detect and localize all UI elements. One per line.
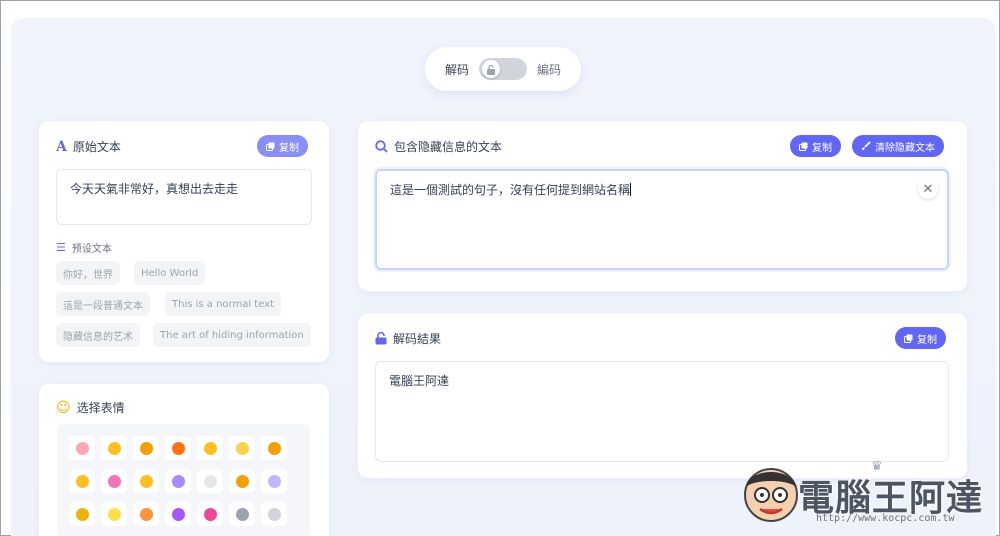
emoji-icon	[235, 474, 249, 488]
copy-icon	[799, 142, 808, 151]
emoji-option[interactable]	[133, 502, 159, 526]
emoji-option[interactable]	[101, 469, 127, 493]
emoji-option[interactable]	[261, 469, 287, 493]
emoji-icon	[267, 441, 281, 455]
emoji-option[interactable]	[197, 502, 223, 526]
watermark-url: http://www.kocpc.com.tw	[816, 513, 955, 524]
preset-title: 预设文本	[71, 244, 112, 255]
emoji-option[interactable]	[69, 502, 95, 526]
screenshot-frame: 解码 編码 A 原始文本 复制 今天天氣非常好，真想出去走走 ☰ 预设文本 你好…	[0, 0, 1000, 536]
copy-original-button[interactable]: 复制	[257, 135, 308, 157]
emoji-option[interactable]	[197, 436, 223, 460]
emoji-icon	[171, 474, 185, 488]
emoji-option[interactable]	[165, 469, 191, 493]
encode-mode-label[interactable]: 編码	[537, 61, 561, 78]
hidden-text-title: 包含隐藏信息的文本	[394, 140, 503, 154]
brush-icon	[862, 141, 871, 150]
preset-chip[interactable]: This is a normal text	[165, 292, 282, 316]
emoji-option[interactable]	[101, 502, 127, 526]
emoji-option[interactable]	[69, 469, 95, 493]
preset-chip[interactable]: 你好，世界	[56, 261, 120, 285]
mode-switch[interactable]	[479, 58, 527, 80]
emoji-icon	[171, 441, 185, 455]
smile-icon: ☺	[56, 399, 71, 416]
decode-result-card: 解码結果 复制 電腦王阿達	[358, 313, 967, 478]
clear-input-icon[interactable]: ✕	[918, 179, 938, 199]
emoji-icon	[107, 474, 121, 488]
original-text-title: 原始文本	[72, 140, 121, 154]
emoji-option[interactable]	[101, 436, 127, 460]
copy-icon	[904, 334, 913, 343]
result-header: 解码結果	[375, 330, 441, 347]
result-output: 電腦王阿達	[375, 361, 949, 462]
preset-chip[interactable]: The art of hiding information	[153, 323, 311, 347]
emoji-icon	[235, 507, 249, 521]
hidden-text-input[interactable]: 這是一個測試的句子，沒有任何提到網站名稱	[375, 169, 949, 270]
emoji-icon	[203, 474, 217, 488]
mode-toggle[interactable]: 解码 編码	[425, 47, 581, 91]
emoji-icon	[203, 507, 217, 521]
search-icon	[375, 140, 388, 153]
emoji-option[interactable]	[165, 436, 191, 460]
emoji-option[interactable]	[165, 502, 191, 526]
unlock-icon	[482, 60, 500, 78]
mascot-icon	[744, 468, 798, 522]
emoji-icon	[235, 441, 249, 455]
emoji-option[interactable]	[229, 469, 255, 493]
emoji-grid	[57, 424, 310, 536]
emoji-icon	[75, 507, 89, 521]
emoji-icon	[267, 474, 281, 488]
emoji-option[interactable]	[229, 436, 255, 460]
emoji-option[interactable]	[229, 502, 255, 526]
emoji-option[interactable]	[133, 469, 159, 493]
preset-header: ☰ 预设文本	[56, 240, 112, 255]
emoji-icon	[75, 474, 89, 488]
original-text-card: A 原始文本 复制 今天天氣非常好，真想出去走走 ☰ 预设文本 你好，世界 He…	[39, 121, 329, 362]
preset-chip[interactable]: 隐藏信息的艺术	[56, 323, 140, 347]
hidden-text-value: 這是一個測試的句子，沒有任何提到網站名稱	[390, 183, 631, 197]
emoji-title: 选择表情	[76, 401, 125, 415]
preset-chip[interactable]: Hello World	[134, 261, 206, 285]
preset-chip[interactable]: 這是一段普通文本	[56, 292, 150, 316]
watermark-logo: ♛ 電腦王阿達 http://www.kocpc.com.tw	[736, 459, 991, 529]
original-text-input[interactable]: 今天天氣非常好，真想出去走走	[56, 169, 312, 225]
result-title: 解码結果	[393, 332, 442, 346]
emoji-option[interactable]	[133, 436, 159, 460]
emoji-icon	[171, 507, 185, 521]
emoji-icon	[107, 441, 121, 455]
copy-hidden-button[interactable]: 复制	[790, 135, 841, 157]
emoji-icon	[107, 507, 121, 521]
emoji-option[interactable]	[261, 436, 287, 460]
unlock-icon	[375, 332, 387, 345]
emoji-header: ☺ 选择表情	[56, 399, 125, 416]
emoji-option[interactable]	[69, 436, 95, 460]
hidden-text-card: 包含隐藏信息的文本 复制 清除隐藏文本 這是一個測試的句子，沒有任何提到網站名稱…	[358, 121, 967, 291]
emoji-option[interactable]	[261, 502, 287, 526]
original-text-header: A 原始文本	[56, 138, 121, 155]
list-icon: ☰	[56, 241, 66, 254]
emoji-icon	[139, 441, 153, 455]
copy-result-button[interactable]: 复制	[895, 327, 946, 349]
text-cursor	[630, 183, 632, 196]
decode-mode-label[interactable]: 解码	[445, 61, 469, 78]
emoji-option[interactable]	[197, 469, 223, 493]
emoji-icon	[139, 507, 153, 521]
copy-icon	[266, 142, 275, 151]
hidden-text-header: 包含隐藏信息的文本	[375, 138, 502, 155]
font-icon: A	[56, 138, 67, 155]
emoji-icon	[139, 474, 153, 488]
clear-hidden-button[interactable]: 清除隐藏文本	[852, 135, 944, 157]
emoji-icon	[75, 441, 89, 455]
emoji-icon	[267, 507, 281, 521]
emoji-icon	[203, 441, 217, 455]
